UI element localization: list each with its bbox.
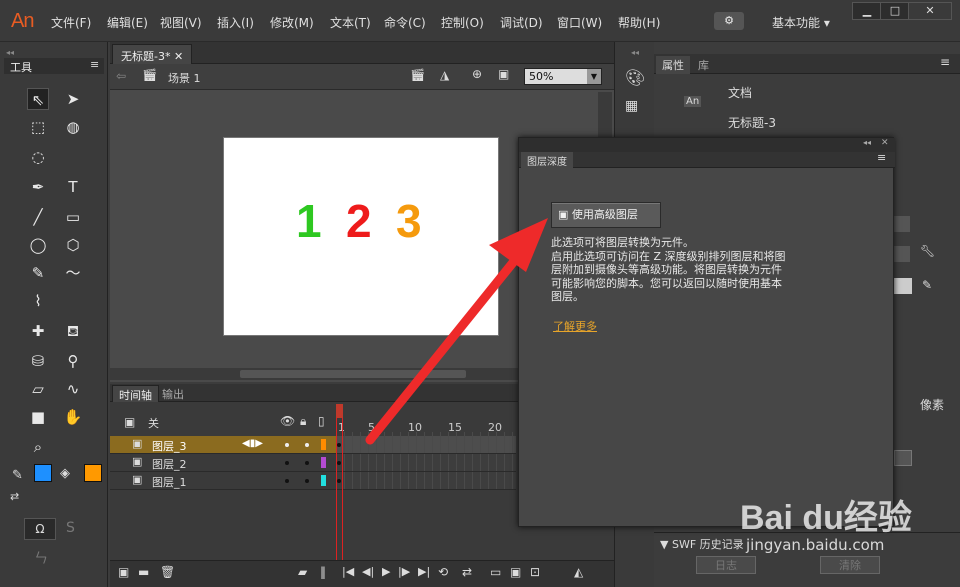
- watermark: Bai du经验 jingyan.baidu.com: [740, 490, 950, 580]
- watermark-url: jingyan.baidu.com: [746, 536, 885, 554]
- watermark-text: Bai du经验: [740, 499, 912, 537]
